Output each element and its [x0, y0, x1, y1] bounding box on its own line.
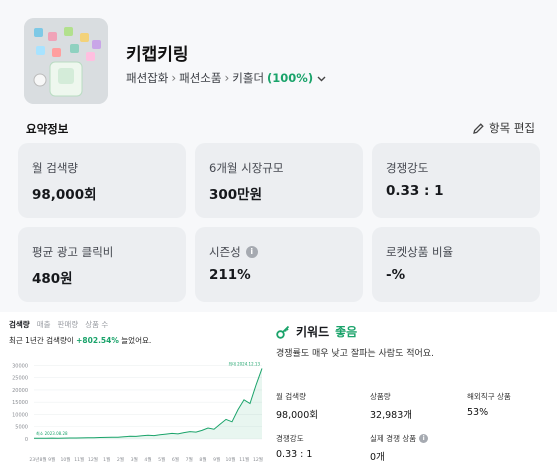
- y-tick-label: 25000: [12, 376, 28, 382]
- chevron-right-icon: ›: [224, 71, 230, 85]
- metric-card-rocket-ratio: 로켓상품 비율 -%: [372, 227, 540, 302]
- x-tick-label: 9월: [213, 456, 220, 463]
- product-thumbnail: [24, 18, 108, 104]
- edit-items-label: 항목 편집: [489, 121, 535, 135]
- x-tick-label: 12월: [88, 456, 98, 463]
- stat-value: 0개: [370, 452, 385, 463]
- x-tick-label: 10월: [225, 456, 235, 463]
- x-tick-label: 2월: [117, 456, 124, 463]
- summary-area: 키캡키링 패션잡화 › 패션소품 › 키홀더 (100%) 요약정보 항목 편집…: [0, 0, 557, 312]
- keyword-stat-real-competitors: 실제 경쟁 상품 i 0개: [370, 433, 429, 463]
- keyword-stat-overseas: 해외직구 상품 53%: [467, 391, 511, 418]
- metric-label: 월 검색량: [32, 161, 78, 175]
- stat-label: 경쟁강도: [276, 434, 304, 443]
- stat-value: 32,983개: [370, 410, 412, 421]
- x-tick-label: 1월: [103, 456, 110, 463]
- x-tick-label: 4월: [144, 456, 151, 463]
- x-tick-label: 8월: [199, 456, 206, 463]
- x-tick-label: 9월: [48, 456, 55, 463]
- metric-value: 480원: [32, 271, 73, 287]
- info-icon[interactable]: i: [419, 434, 429, 443]
- y-tick-label: 5000: [15, 425, 28, 431]
- stat-label: 실제 경쟁 상품: [370, 434, 417, 443]
- metric-label: 경쟁강도: [386, 161, 429, 175]
- keyword-grade: 좋음: [335, 325, 358, 339]
- y-tick-label: 20000: [12, 388, 28, 394]
- x-tick-label: 11월: [74, 456, 84, 463]
- stat-value: 53%: [467, 407, 489, 418]
- y-tick-label: 10000: [12, 412, 28, 418]
- stat-label: 해외직구 상품: [467, 392, 511, 401]
- stat-label: 상품량: [370, 392, 391, 401]
- keyword-heading: 키워드 좋음: [276, 323, 357, 340]
- tab-search-volume[interactable]: 검색량: [9, 319, 30, 330]
- keyword-stat-product-count: 상품량 32,983개: [370, 391, 412, 421]
- y-tick-label: 0: [25, 437, 28, 443]
- trend-description: 최근 1년간 검색량이 +802.54% 늘었어요.: [9, 335, 151, 346]
- stat-value: 0.33 : 1: [276, 449, 313, 460]
- y-tick-label: 30000: [12, 363, 28, 369]
- max-annotation: 최대 2024.12.13: [228, 360, 260, 366]
- trend-chart-panel: 검색량 매출 판매량 상품 수 최근 1년간 검색량이 +802.54% 늘었어…: [0, 315, 268, 469]
- breadcrumb-item[interactable]: 패션잡화: [126, 70, 168, 86]
- keyword-heading-label: 키워드: [296, 325, 330, 339]
- x-tick-label: 3월: [131, 456, 138, 463]
- keyword-description: 경쟁률도 매우 낮고 잘파는 사람도 적어요.: [276, 349, 434, 359]
- metric-value: 300만원: [209, 187, 263, 203]
- metric-label: 시즌성: [209, 245, 241, 259]
- tab-product-count[interactable]: 상품 수: [85, 319, 108, 330]
- keyword-panel: 키워드 좋음 경쟁률도 매우 낮고 잘파는 사람도 적어요. 월 검색량 98,…: [268, 315, 557, 469]
- info-icon[interactable]: i: [245, 246, 258, 258]
- metric-value: 211%: [209, 267, 251, 283]
- tab-sales[interactable]: 매출: [37, 319, 51, 330]
- trend-tabs: 검색량 매출 판매량 상품 수: [9, 319, 108, 330]
- metric-card-monthly-search: 월 검색량 98,000회: [18, 143, 186, 218]
- y-tick-label: 15000: [12, 400, 28, 406]
- metric-value: 98,000회: [32, 187, 97, 203]
- trend-desc-prefix: 최근 1년간 검색량이: [9, 336, 74, 345]
- edit-items-button[interactable]: 항목 편집: [472, 120, 535, 136]
- key-icon: [276, 325, 290, 339]
- category-breadcrumb[interactable]: 패션잡화 › 패션소품 › 키홀더 (100%): [126, 70, 327, 86]
- trend-desc-suffix: 늘었어요.: [121, 336, 152, 345]
- metric-card-competition: 경쟁강도 0.33 : 1: [372, 143, 540, 218]
- search-volume-chart: 05000100001500020000250003000023년8월 9월 10월…: [12, 360, 263, 463]
- breadcrumb-item[interactable]: 키홀더: [232, 70, 264, 86]
- metric-label: 평균 광고 클릭비: [32, 245, 114, 259]
- breadcrumb-item[interactable]: 패션소품: [179, 70, 221, 86]
- x-tick-label: 5월: [158, 456, 165, 463]
- x-tick-label: 10월: [60, 456, 70, 463]
- metric-card-market-size: 6개월 시장규모 300만원: [195, 143, 363, 218]
- chevron-right-icon: ›: [171, 71, 177, 85]
- metric-label: 6개월 시장규모: [209, 161, 284, 175]
- product-title: 키캡키링: [126, 45, 189, 65]
- metric-label: 로켓상품 비율: [386, 245, 454, 259]
- pencil-icon: [473, 122, 484, 134]
- series-area: [34, 368, 262, 439]
- metric-value: 0.33 : 1: [386, 183, 444, 199]
- metric-card-seasonality: 시즌성 i 211%: [195, 227, 363, 302]
- min-annotation: 최소 2023.08.28: [36, 430, 68, 436]
- chevron-down-icon[interactable]: [316, 73, 327, 84]
- stat-label-with-info: 실제 경쟁 상품 i: [370, 433, 429, 444]
- x-tick-label: 11월: [239, 456, 249, 463]
- keyword-stat-monthly-search: 월 검색량 98,000회: [276, 391, 318, 421]
- tab-units-sold[interactable]: 판매량: [58, 319, 79, 330]
- category-match-percent: (100%): [267, 71, 314, 85]
- x-tick-label: 7월: [186, 456, 193, 463]
- x-tick-label: 12월: [253, 456, 263, 463]
- keyword-stat-competition: 경쟁강도 0.33 : 1: [276, 433, 312, 460]
- metric-card-ad-cpc: 평균 광고 클릭비 480원: [18, 227, 186, 302]
- stat-label: 월 검색량: [276, 392, 306, 401]
- x-tick-label: 23년8월: [29, 456, 46, 463]
- metric-value: -%: [386, 267, 406, 283]
- metric-label-with-info: 시즌성 i: [209, 244, 258, 260]
- trend-change: +802.54%: [76, 336, 119, 345]
- x-tick-label: 6월: [172, 456, 179, 463]
- stat-value: 98,000회: [276, 410, 318, 421]
- summary-title: 요약정보: [26, 122, 69, 136]
